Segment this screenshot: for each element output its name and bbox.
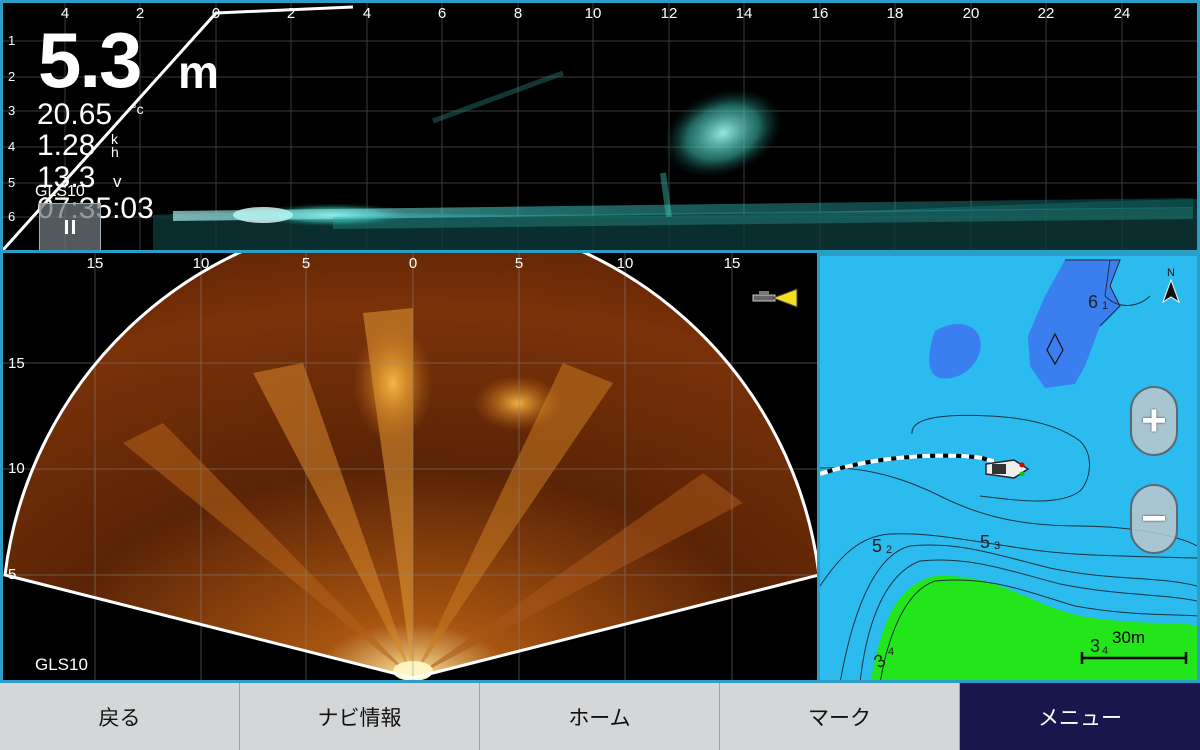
y-tick-label: 3 [8,103,16,118]
x-tick-label: 0 [211,5,221,22]
north-label: N [1167,267,1175,279]
bottom-nav-bar: 戻る ナビ情報 ホーム マーク メニュー [0,683,1200,750]
vessel-position-icon [985,459,1030,479]
fan-y-tick-label: 10 [8,460,25,477]
x-tick-label: 22 [1037,5,1055,22]
x-tick-label: 24 [1113,5,1131,22]
x-tick-label: 18 [886,5,904,22]
plus-icon: + [1141,396,1167,445]
speed-unit: kh [111,131,119,160]
home-button[interactable]: ホーム [480,683,720,750]
speed-value: 1.28 [37,129,96,162]
x-tick-label: 2 [286,5,296,22]
down-sonar-pane[interactable]: 4 2 0 2 4 6 8 10 12 14 16 18 20 22 24 1 … [0,0,1200,253]
x-tick-label: 16 [811,5,829,22]
y-tick-label: 2 [8,69,16,84]
x-tick-label: 6 [437,5,447,22]
depth-contour-sublabel: 3 [994,540,1001,552]
y-tick-label: 4 [8,139,16,154]
north-arrow-icon[interactable]: N [1158,264,1184,304]
minus-icon: − [1141,494,1167,543]
depth-contour-sublabel: 4 [888,646,895,658]
depth-value: 5.3 [38,16,142,104]
sidescan-sonar-pane[interactable]: 15 10 5 0 5 10 15 15 10 5 GLS10 [0,253,820,683]
pause-icon [65,220,68,234]
fan-x-tick-label: 15 [723,255,741,272]
down-sonar-image [3,3,1197,250]
x-tick-label: 20 [962,5,980,22]
fan-x-tick-label: 10 [616,255,634,272]
transducer-direction-icon[interactable] [751,287,799,309]
fan-y-tick-label: 15 [8,355,25,372]
x-tick-label: 14 [735,5,753,22]
menu-button[interactable]: メニュー [960,683,1200,750]
water-temperature: 20.65 [37,98,113,131]
y-tick-label: 5 [8,175,16,190]
chart-map-pane[interactable]: 6 1 5 2 5 3 3 4 3 4 N + − 30m [820,253,1200,683]
x-tick-label: 10 [584,5,602,22]
x-tick-label: 8 [513,5,523,22]
x-tick-label: 12 [660,5,678,22]
depth-contour-sublabel: 1 [1102,300,1109,312]
fan-x-tick-label: 5 [301,255,311,272]
fan-y-tick-label: 5 [8,566,17,583]
temperature-unit: °c [131,101,144,117]
depth-contour-sublabel: 2 [886,544,893,556]
sidescan-sonar-image [3,253,817,680]
y-tick-label: 1 [8,33,16,48]
pause-button[interactable] [39,203,101,250]
mark-button[interactable]: マーク [720,683,960,750]
source-label: GLS10 [35,655,88,674]
x-tick-label: 4 [362,5,372,22]
depth-unit: m [178,46,219,98]
zoom-in-button[interactable]: + [1130,386,1178,456]
depth-contour-label: 5 [980,532,991,552]
y-tick-label: 6 [8,209,16,224]
back-button[interactable]: 戻る [0,683,240,750]
map-scale-label: 30m [1112,628,1146,647]
map-scale-bar [1080,652,1188,664]
fan-x-tick-label: 0 [408,255,418,272]
navi-info-button[interactable]: ナビ情報 [240,683,480,750]
voltage-unit: v [113,172,122,191]
depth-contour-label: 6 [1088,292,1099,312]
depth-contour-label: 5 [872,536,883,556]
fan-x-tick-label: 15 [86,255,104,272]
fan-x-tick-label: 10 [192,255,210,272]
zoom-out-button[interactable]: − [1130,484,1178,554]
fan-x-tick-label: 5 [514,255,524,272]
